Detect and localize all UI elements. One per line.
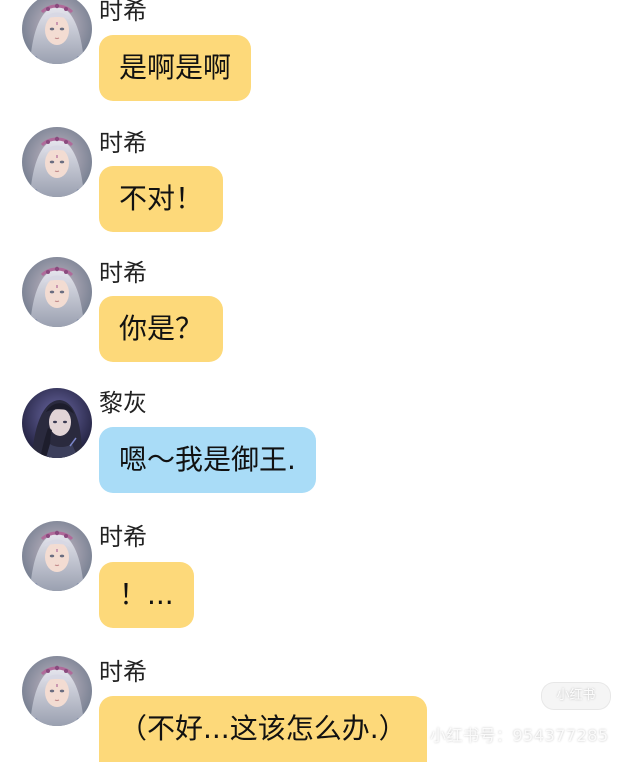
message-bubble[interactable]: 不对！ bbox=[99, 166, 224, 232]
avatar[interactable] bbox=[22, 521, 92, 591]
sender-name: 时希 bbox=[99, 523, 147, 551]
avatar[interactable] bbox=[22, 656, 92, 726]
silver-hair-girl-avatar-icon bbox=[22, 127, 92, 197]
message-bubble[interactable]: 你是？ bbox=[99, 296, 224, 362]
avatar[interactable] bbox=[22, 388, 92, 458]
watermark-logo: 小红书 bbox=[541, 682, 611, 710]
message-bubble[interactable]: （不好...这该怎么办.） bbox=[99, 696, 427, 762]
silver-hair-girl-avatar-icon bbox=[22, 521, 92, 591]
sender-name: 时希 bbox=[99, 129, 147, 157]
sender-name: 时希 bbox=[99, 0, 147, 25]
message-bubble[interactable]: 嗯～我是御王. bbox=[99, 427, 316, 493]
watermark-text: 小红书号：954377285 bbox=[430, 726, 609, 745]
dark-hair-man-avatar-icon bbox=[22, 388, 92, 458]
avatar[interactable] bbox=[22, 257, 92, 327]
sender-name: 时希 bbox=[99, 259, 147, 287]
sender-name: 时希 bbox=[99, 658, 147, 686]
avatar[interactable] bbox=[22, 0, 92, 64]
silver-hair-girl-avatar-icon bbox=[22, 656, 92, 726]
silver-hair-girl-avatar-icon bbox=[22, 257, 92, 327]
avatar[interactable] bbox=[22, 127, 92, 197]
sender-name: 黎灰 bbox=[99, 389, 147, 417]
silver-hair-girl-avatar-icon bbox=[22, 0, 92, 64]
message-bubble[interactable]: ！... bbox=[99, 562, 194, 628]
message-bubble[interactable]: 是啊是啊 bbox=[99, 35, 252, 101]
